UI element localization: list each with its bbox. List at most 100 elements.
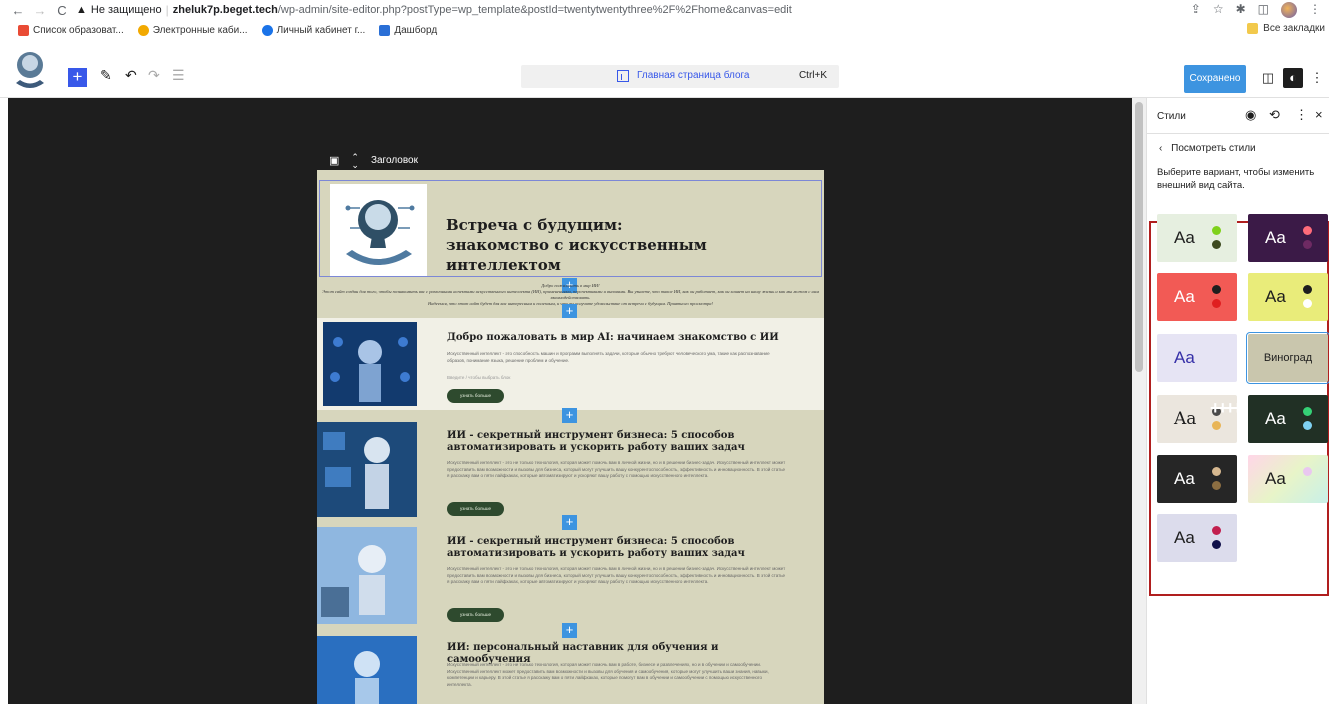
read-more-button[interactable]: узнать больше bbox=[447, 608, 504, 622]
color-dot bbox=[1212, 467, 1221, 476]
styles-toggle-icon[interactable]: ◐ bbox=[1283, 68, 1303, 88]
bookmark-icon bbox=[261, 24, 273, 36]
back-to-styles[interactable]: ‹ Посмотреть стили bbox=[1159, 143, 1256, 154]
options-menu-icon[interactable]: ⋮ bbox=[1307, 68, 1327, 88]
post-item[interactable]: ИИ: персональный наставник для обучения … bbox=[317, 636, 824, 704]
command-center[interactable]: Главная страница блога Ctrl+K bbox=[521, 65, 839, 88]
url-separator: | bbox=[165, 3, 169, 17]
browser-address-bar: ← → C ▲ Не защищено | zheluk7p.beget.tec… bbox=[0, 0, 1329, 20]
bookmark-item[interactable]: Личный кабинет г... bbox=[261, 24, 366, 36]
site-logo-icon[interactable] bbox=[10, 47, 50, 91]
style-variation[interactable]: Aa bbox=[1157, 334, 1237, 382]
style-variation[interactable]: Aa bbox=[1157, 214, 1237, 262]
share-icon[interactable]: ⇪ bbox=[1191, 2, 1201, 18]
url-host[interactable]: zheluk7p.beget.tech bbox=[173, 4, 278, 16]
post-item[interactable]: ИИ - секретный инструмент бизнеса: 5 спо… bbox=[317, 527, 824, 630]
post-excerpt[interactable]: Искусственный интеллект - это не только … bbox=[447, 566, 787, 586]
post-item[interactable]: Добро пожаловать в мир AI: начинаем знак… bbox=[317, 318, 824, 410]
post-item[interactable]: ИИ - секретный инструмент бизнеса: 5 спо… bbox=[317, 422, 824, 522]
style-variation[interactable]: Aa bbox=[1157, 514, 1237, 562]
style-variation[interactable]: Aa bbox=[1248, 214, 1328, 262]
color-dot bbox=[1212, 421, 1221, 430]
sidebar-header: Стили ◉ ⟲ ⋮ × bbox=[1147, 98, 1329, 134]
pencil-icon[interactable]: ✎ bbox=[100, 67, 112, 84]
color-dot bbox=[1303, 226, 1312, 235]
color-dot bbox=[1303, 407, 1312, 416]
more-icon[interactable]: ⋮ bbox=[1295, 107, 1308, 123]
color-dot bbox=[1212, 285, 1221, 294]
variation-label: Aa bbox=[1174, 348, 1195, 367]
save-button[interactable]: Сохранено bbox=[1184, 65, 1246, 93]
post-title[interactable]: ИИ - секретный инструмент бизнеса: 5 спо… bbox=[447, 430, 787, 454]
bookmark-icon bbox=[379, 24, 391, 36]
variation-label: Aa bbox=[1174, 409, 1197, 429]
header-block[interactable]: Встреча с будущим: знакомство с искусств… bbox=[319, 180, 822, 277]
settings-panel-icon[interactable]: ◫ bbox=[1258, 68, 1278, 88]
list-view-icon[interactable]: ☰ bbox=[172, 67, 185, 84]
url-path[interactable]: /wp-admin/site-editor.php?postType=wp_te… bbox=[278, 4, 792, 16]
post-title[interactable]: Добро пожаловать в мир AI: начинаем знак… bbox=[447, 332, 787, 344]
color-dot bbox=[1303, 299, 1312, 308]
bookmark-label: Личный кабинет г... bbox=[276, 24, 366, 36]
back-label: Посмотреть стили bbox=[1171, 143, 1256, 154]
forward-icon[interactable]: → bbox=[32, 3, 48, 18]
profile-avatar[interactable] bbox=[1281, 2, 1297, 18]
variation-label: Aa bbox=[1174, 469, 1195, 488]
bookmark-item[interactable]: Электронные каби... bbox=[137, 24, 248, 36]
close-icon[interactable]: × bbox=[1315, 107, 1323, 122]
bookmark-label: Электронные каби... bbox=[152, 24, 248, 36]
template-part-icon[interactable]: ▣ bbox=[329, 154, 339, 167]
insert-block-button[interactable]: + bbox=[562, 408, 577, 423]
bookmark-star-icon[interactable]: ☆ bbox=[1213, 2, 1224, 18]
block-type-label[interactable]: Заголовок bbox=[371, 155, 418, 166]
style-variation[interactable]: Aa bbox=[1157, 273, 1237, 321]
read-more-button[interactable]: узнать больше bbox=[447, 389, 504, 403]
variation-label: Aa bbox=[1174, 287, 1195, 306]
drag-plus-icons: ++++ bbox=[1210, 398, 1243, 418]
back-icon[interactable]: ← bbox=[10, 3, 26, 18]
post-title[interactable]: ИИ - секретный инструмент бизнеса: 5 спо… bbox=[447, 536, 787, 560]
sidepanel-icon[interactable]: ◫ bbox=[1258, 2, 1269, 18]
style-variation[interactable]: Aa bbox=[1248, 395, 1328, 443]
style-variation[interactable]: Aa bbox=[1248, 273, 1328, 321]
style-variation[interactable]: Aa bbox=[1248, 455, 1328, 503]
sidebar-title: Стили bbox=[1157, 111, 1186, 122]
undo-icon[interactable]: ↶ bbox=[125, 67, 137, 84]
bookmark-icon bbox=[137, 24, 149, 36]
add-block-button[interactable]: + bbox=[68, 68, 87, 87]
scrollbar-thumb[interactable] bbox=[1135, 102, 1143, 372]
security-label[interactable]: Не защищено bbox=[91, 4, 162, 16]
post-image bbox=[317, 636, 417, 704]
bookmarks-bar: Список образоват... Электронные каби... … bbox=[0, 20, 1329, 40]
post-excerpt[interactable]: Искусственный интеллект - это не только … bbox=[447, 662, 787, 688]
eye-icon[interactable]: ◉ bbox=[1245, 107, 1256, 123]
shortcut-hint: Ctrl+K bbox=[798, 70, 827, 81]
move-chevrons-icon[interactable]: ⌃ ⌄ bbox=[351, 152, 359, 169]
bookmark-item[interactable]: Дашборд bbox=[379, 24, 437, 36]
all-bookmarks[interactable]: Все закладки bbox=[1247, 23, 1325, 34]
color-dot bbox=[1212, 299, 1221, 308]
bookmark-icon bbox=[18, 24, 29, 36]
editor-canvas[interactable]: ▣ ⌃ ⌄ Заголовок Встреча с будущим: знаком… bbox=[8, 98, 1132, 704]
reload-icon[interactable]: C bbox=[54, 3, 70, 18]
variation-label: Aa bbox=[1265, 287, 1286, 306]
post-excerpt[interactable]: Искусственный интеллект - это способност… bbox=[447, 351, 787, 364]
post-excerpt[interactable]: Искусственный интеллект - это не только … bbox=[447, 460, 787, 480]
history-icon[interactable]: ⟲ bbox=[1269, 107, 1280, 123]
color-dot bbox=[1212, 540, 1221, 549]
block-placeholder[interactable]: Введите / чтобы выбрать блок bbox=[447, 375, 510, 380]
insert-block-button[interactable]: + bbox=[562, 304, 577, 319]
extensions-icon[interactable]: ✱ bbox=[1236, 2, 1246, 18]
browser-menu-icon[interactable]: ⋮ bbox=[1309, 2, 1321, 18]
canvas-scrollbar[interactable] bbox=[1132, 98, 1146, 704]
insert-block-button[interactable]: + bbox=[562, 515, 577, 530]
style-variation-selected[interactable]: Виноград bbox=[1246, 332, 1329, 384]
site-title[interactable]: Встреча с будущим: знакомство с искусств… bbox=[446, 215, 816, 275]
color-dot bbox=[1212, 360, 1221, 369]
redo-icon[interactable]: ↷ bbox=[148, 67, 160, 84]
bookmark-item[interactable]: Список образоват... bbox=[18, 24, 124, 36]
variation-label: Aa bbox=[1265, 228, 1286, 247]
style-variation[interactable]: Aa bbox=[1157, 455, 1237, 503]
variation-name: Виноград bbox=[1263, 352, 1313, 364]
read-more-button[interactable]: узнать больше bbox=[447, 502, 504, 516]
